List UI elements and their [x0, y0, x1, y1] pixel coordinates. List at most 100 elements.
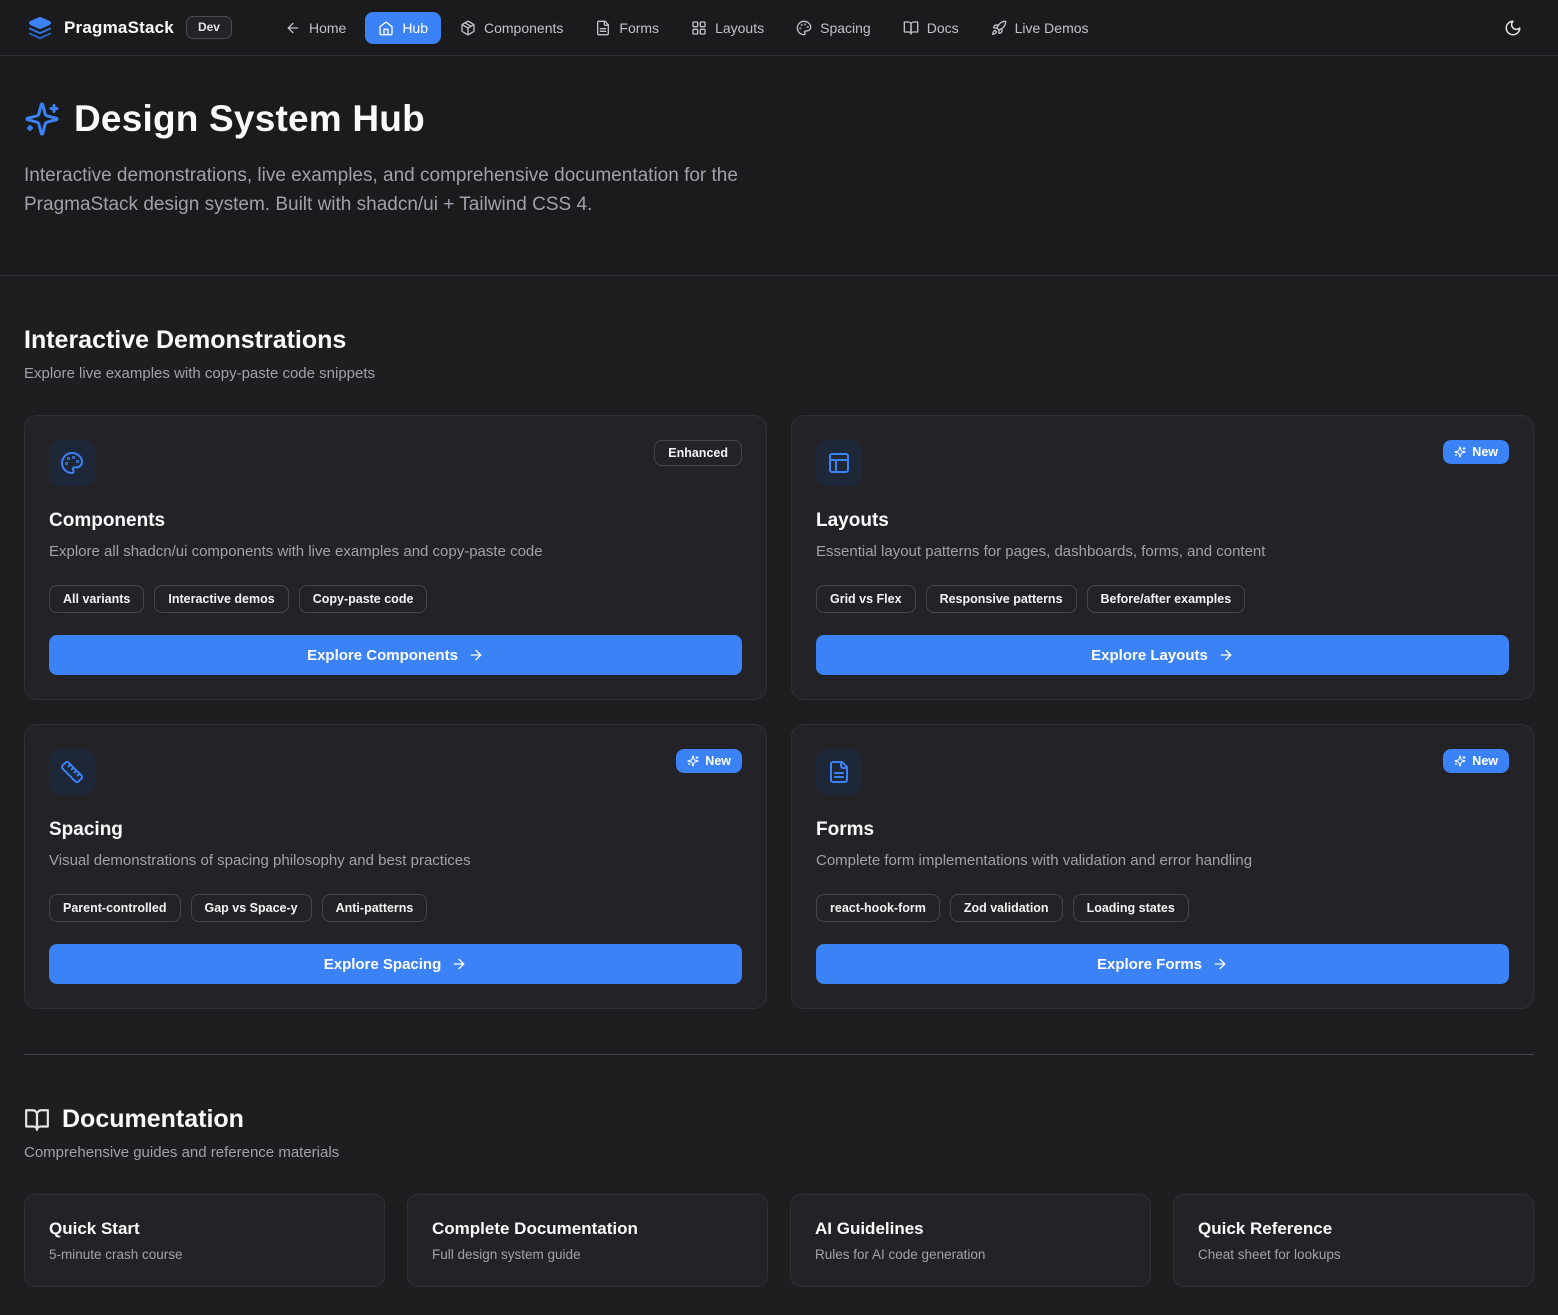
page-description: Interactive demonstrations, live example… [24, 162, 784, 219]
nav-item-docs[interactable]: Docs [890, 12, 972, 44]
demo-card-spacing: New Spacing Visual demonstrations of spa… [24, 724, 767, 1009]
nav-item-hub[interactable]: Hub [365, 12, 441, 44]
doc-card-title: Complete Documentation [432, 1219, 743, 1239]
palette-icon [49, 440, 95, 486]
book-open-icon [24, 1107, 50, 1133]
tag-badge: Parent-controlled [49, 894, 181, 922]
explore-spacing-button[interactable]: Explore Spacing [49, 944, 742, 984]
nav-item-label: Layouts [715, 20, 764, 36]
nav-item-home[interactable]: Home [272, 12, 359, 44]
tag-badge: Grid vs Flex [816, 585, 916, 613]
palette-icon [796, 20, 812, 36]
ruler-icon [49, 749, 95, 795]
nav-item-label: Spacing [820, 20, 871, 36]
nav-item-label: Forms [619, 20, 659, 36]
arrow-right-icon [451, 956, 467, 972]
card-title: Forms [816, 819, 1509, 841]
demos-section-subtitle: Explore live examples with copy-paste co… [24, 365, 1534, 382]
tag-badge: Loading states [1073, 894, 1189, 922]
arrow-right-icon [468, 647, 484, 663]
doc-card-complete-documentation[interactable]: Complete Documentation Full design syste… [407, 1194, 768, 1287]
top-navbar: PragmaStack Dev Home Hub Components Form… [0, 0, 1558, 56]
nav-item-forms[interactable]: Forms [582, 12, 672, 44]
nav-item-label: Components [484, 20, 563, 36]
house-icon [378, 20, 394, 36]
design-system-hub-page: PragmaStack Dev Home Hub Components Form… [0, 0, 1558, 1315]
demos-grid: Enhanced Components Explore all shadcn/u… [24, 415, 1534, 1009]
layout-grid-icon [691, 20, 707, 36]
main-nav: Home Hub Components Forms Layouts Spacin… [272, 12, 1456, 44]
explore-forms-button[interactable]: Explore Forms [816, 944, 1509, 984]
nav-item-layouts[interactable]: Layouts [678, 12, 777, 44]
nav-item-label: Hub [402, 20, 428, 36]
tag-badge: Gap vs Space-y [191, 894, 312, 922]
tag-row: react-hook-form Zod validation Loading s… [816, 894, 1509, 922]
new-badge: New [676, 749, 742, 773]
button-label: Explore Forms [1097, 956, 1202, 973]
nav-item-components[interactable]: Components [447, 12, 576, 44]
doc-card-quick-start[interactable]: Quick Start 5-minute crash course [24, 1194, 385, 1287]
card-title: Spacing [49, 819, 742, 841]
nav-item-label: Docs [927, 20, 959, 36]
main-content: Interactive Demonstrations Explore live … [0, 276, 1558, 1315]
card-description: Essential layout patterns for pages, das… [816, 541, 1509, 563]
rocket-icon [991, 20, 1007, 36]
tag-badge: Anti-patterns [322, 894, 428, 922]
nav-item-label: Home [309, 20, 346, 36]
card-title: Components [49, 510, 742, 532]
nav-item-live-demos[interactable]: Live Demos [978, 12, 1102, 44]
tag-row: Grid vs Flex Responsive patterns Before/… [816, 585, 1509, 613]
file-text-icon [595, 20, 611, 36]
sparkles-icon [687, 755, 699, 767]
brand-group: PragmaStack Dev [28, 16, 232, 40]
tag-badge: Copy-paste code [299, 585, 428, 613]
card-description: Visual demonstrations of spacing philoso… [49, 850, 742, 872]
card-description: Explore all shadcn/ui components with li… [49, 541, 742, 563]
panels-top-left-icon [816, 440, 862, 486]
docs-section-title: Documentation [62, 1105, 244, 1134]
badge-label: New [1472, 753, 1498, 769]
sparkles-icon [24, 101, 60, 137]
sparkles-icon [1454, 446, 1466, 458]
tag-badge: Before/after examples [1087, 585, 1246, 613]
nav-item-label: Live Demos [1015, 20, 1089, 36]
explore-layouts-button[interactable]: Explore Layouts [816, 635, 1509, 675]
doc-card-ai-guidelines[interactable]: AI Guidelines Rules for AI code generati… [790, 1194, 1151, 1287]
docs-section-subtitle: Comprehensive guides and reference mater… [24, 1144, 1534, 1161]
badge-label: New [1472, 444, 1498, 460]
file-text-icon [816, 749, 862, 795]
button-label: Explore Components [307, 647, 458, 664]
sparkles-icon [1454, 755, 1466, 767]
button-label: Explore Spacing [324, 956, 442, 973]
demos-section-head: Interactive Demonstrations Explore live … [24, 276, 1534, 382]
package-icon [460, 20, 476, 36]
hero-section: Design System Hub Interactive demonstrat… [0, 56, 1558, 276]
doc-card-title: Quick Reference [1198, 1219, 1509, 1239]
new-badge: New [1443, 440, 1509, 464]
demo-card-forms: New Forms Complete form implementations … [791, 724, 1534, 1009]
doc-card-title: AI Guidelines [815, 1219, 1126, 1239]
explore-components-button[interactable]: Explore Components [49, 635, 742, 675]
tag-row: All variants Interactive demos Copy-past… [49, 585, 742, 613]
nav-item-spacing[interactable]: Spacing [783, 12, 884, 44]
button-label: Explore Layouts [1091, 647, 1208, 664]
doc-card-subtitle: Full design system guide [432, 1247, 743, 1262]
tag-row: Parent-controlled Gap vs Space-y Anti-pa… [49, 894, 742, 922]
doc-card-subtitle: 5-minute crash course [49, 1247, 360, 1262]
demo-card-layouts: New Layouts Essential layout patterns fo… [791, 415, 1534, 700]
tag-badge: Responsive patterns [926, 585, 1077, 613]
card-description: Complete form implementations with valid… [816, 850, 1509, 872]
arrow-right-icon [1212, 956, 1228, 972]
doc-card-title: Quick Start [49, 1219, 360, 1239]
moon-icon [1504, 19, 1522, 37]
badge-label: New [705, 753, 731, 769]
tag-badge: All variants [49, 585, 144, 613]
doc-card-quick-reference[interactable]: Quick Reference Cheat sheet for lookups [1173, 1194, 1534, 1287]
theme-toggle-button[interactable] [1496, 11, 1530, 45]
doc-card-subtitle: Cheat sheet for lookups [1198, 1247, 1509, 1262]
layers-icon [28, 16, 52, 40]
env-badge: Dev [186, 16, 232, 40]
book-open-icon [903, 20, 919, 36]
demos-section-title: Interactive Demonstrations [24, 326, 346, 355]
page-title: Design System Hub [74, 98, 425, 140]
